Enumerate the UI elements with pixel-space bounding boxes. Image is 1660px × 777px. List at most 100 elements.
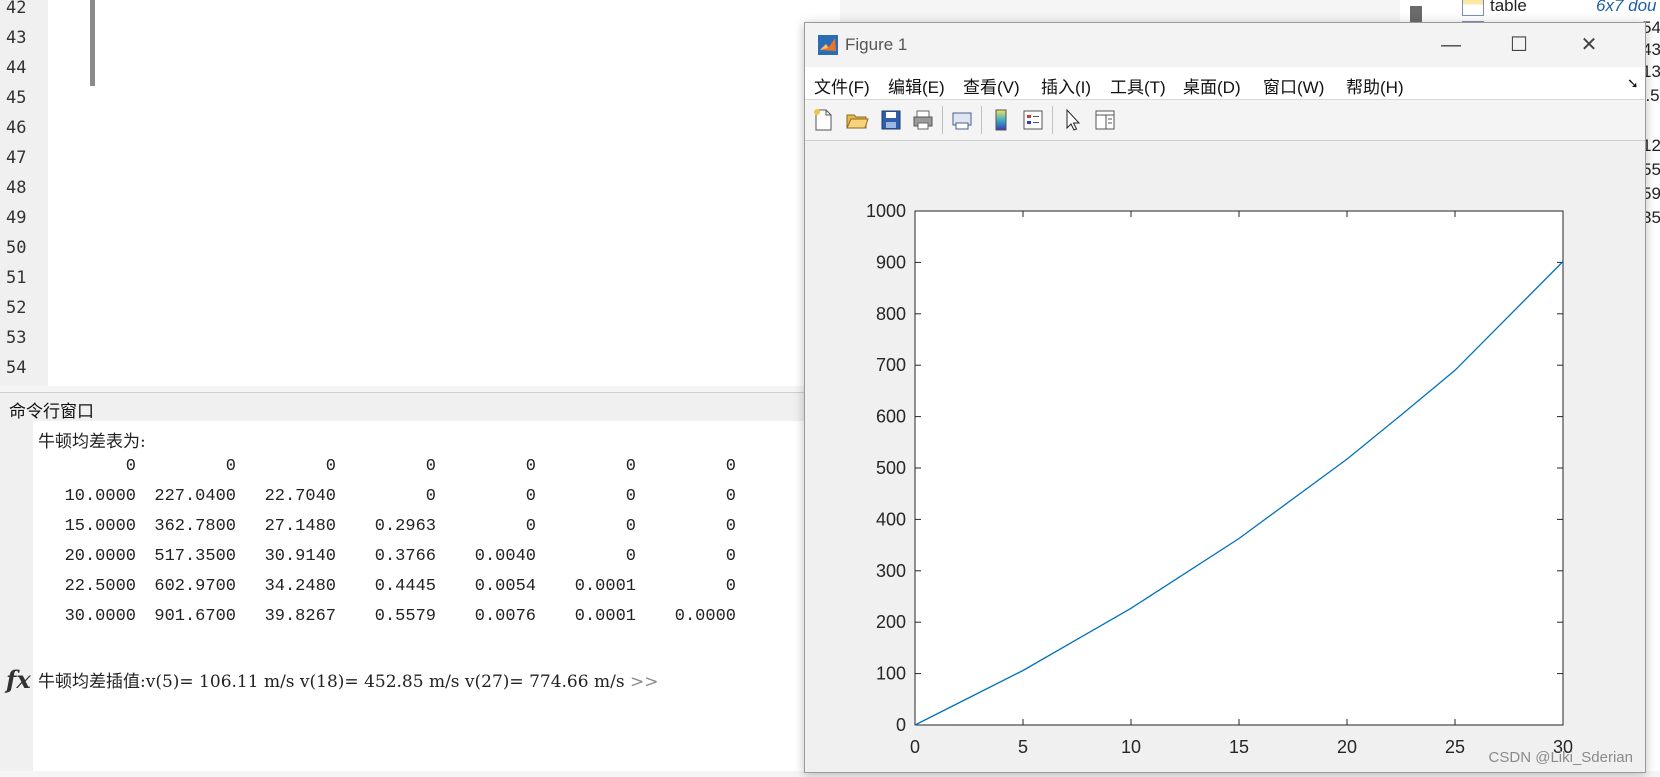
dock-arrow-icon[interactable]: ➘ (1627, 75, 1639, 92)
command-window[interactable]: 牛顿均差表为: 0 0 0 0 0 0 0 10.0000 227.0400 22.7040 0 0 0… (0, 421, 805, 771)
command-prompt[interactable]: >> (630, 672, 659, 692)
property-inspector-icon[interactable] (1093, 108, 1117, 132)
table-cell: 0.0001 (574, 577, 636, 596)
line-number: 48 (6, 178, 27, 198)
figure-title: Figure 1 (845, 35, 908, 54)
figure-titlebar[interactable]: Figure 1 — ☐ ✕ (805, 23, 1645, 67)
print-icon[interactable] (911, 108, 935, 132)
result-text: 牛顿均差插值:v(5)= 106.11 m/s v(18)= 452.85 m/… (38, 672, 625, 692)
table-cell: 39.8267 (264, 607, 336, 626)
matlab-logo-icon (818, 35, 838, 55)
line-number: 54 (6, 358, 27, 378)
command-output-header: 牛顿均差表为: (38, 432, 146, 452)
x-tick-label: 10 (1121, 737, 1141, 757)
y-tick-label: 300 (876, 561, 906, 581)
menu-window[interactable]: 窗口(W) (1263, 73, 1324, 98)
table-cell: 0 (725, 577, 736, 596)
figure-menubar: 文件(F) 编辑(E) 查看(V) 插入(I) 工具(T) 桌面(D) 窗口(W… (805, 67, 1645, 100)
table-cell: 0.0040 (474, 547, 536, 566)
y-tick-label: 100 (876, 664, 906, 684)
table-cell: 0.0076 (474, 607, 536, 626)
y-tick-label: 900 (876, 252, 906, 272)
table-cell: 0.0054 (474, 577, 536, 596)
x-tick-label: 15 (1229, 737, 1249, 757)
menu-tools[interactable]: 工具(T) (1110, 73, 1166, 98)
maximize-button[interactable]: ☐ (1499, 31, 1539, 59)
table-cell: 0 (325, 457, 336, 476)
table-cell: 517.3500 (154, 547, 236, 566)
watermark: CSDN @Liki_Sderian (1488, 749, 1633, 766)
menu-file[interactable]: 文件(F) (814, 73, 870, 98)
table-cell: 0 (225, 457, 236, 476)
line-number: 47 (6, 148, 27, 168)
menu-insert[interactable]: 插入(I) (1041, 73, 1091, 98)
line-plot[interactable]: 0 5 10 15 20 25 300100200300400500600700800900… (805, 141, 1645, 772)
line-number: 45 (6, 88, 27, 108)
table-cell: 0.0000 (674, 607, 736, 626)
figure-toolbar (805, 100, 1645, 141)
line-number: 49 (6, 208, 27, 228)
minimize-button[interactable]: — (1431, 31, 1471, 59)
table-cell: 0 (525, 487, 536, 506)
workspace-var-name[interactable]: table (1490, 0, 1527, 16)
pointer-icon[interactable] (1061, 108, 1085, 132)
table-cell: 0 (725, 517, 736, 536)
table-cell: 0 (725, 547, 736, 566)
y-tick-label: 500 (876, 458, 906, 478)
y-tick-label: 0 (896, 715, 906, 735)
table-cell: 901.6700 (154, 607, 236, 626)
x-tick-label: 5 (1018, 737, 1028, 757)
y-tick-label: 600 (876, 407, 906, 427)
line-number: 50 (6, 238, 27, 258)
table-cell: 0 (125, 457, 136, 476)
close-button[interactable]: ✕ (1569, 31, 1609, 59)
command-window-gutter (0, 421, 33, 771)
table-cell: 0 (625, 487, 636, 506)
table-cell: 0.3766 (374, 547, 436, 566)
line-number: 51 (6, 268, 27, 288)
figure-window[interactable]: Figure 1 — ☐ ✕ 文件(F) 编辑(E) 查看(V) 插入(I) 工… (804, 22, 1646, 773)
menu-view[interactable]: 查看(V) (963, 73, 1020, 98)
fx-icon[interactable]: fx (6, 665, 31, 694)
toolbar-separator (942, 106, 943, 134)
table-cell: 22.7040 (264, 487, 336, 506)
colorbar-icon[interactable] (989, 108, 1013, 132)
line-number: 53 (6, 328, 27, 348)
menu-help[interactable]: 帮助(H) (1346, 73, 1404, 98)
table-cell: 15.0000 (64, 517, 136, 536)
menu-edit[interactable]: 编辑(E) (888, 73, 945, 98)
table-cell: 0 (525, 457, 536, 476)
toolbar-separator (1052, 106, 1053, 134)
y-tick-label: 800 (876, 304, 906, 324)
table-cell: 0 (725, 487, 736, 506)
link-plot-icon[interactable] (950, 108, 974, 132)
save-icon[interactable] (879, 108, 903, 132)
command-output-result: 牛顿均差插值:v(5)= 106.11 m/s v(18)= 452.85 m/… (38, 667, 658, 692)
line-number: 46 (6, 118, 27, 138)
code-editor[interactable]: 42 43 44 45 46 47 48 49 50 51 52 53 54 (0, 0, 840, 386)
open-file-icon[interactable] (845, 108, 869, 132)
y-tick-label: 700 (876, 355, 906, 375)
figure-canvas[interactable]: 0 5 10 15 20 25 30 0 100 200 300 400 500 600 700 800 900… (805, 141, 1645, 772)
menu-desktop[interactable]: 桌面(D) (1183, 73, 1241, 98)
table-cell: 27.1480 (264, 517, 336, 536)
line-number: 43 (6, 28, 27, 48)
x-tick-label: 25 (1445, 737, 1465, 757)
line-number: 44 (6, 58, 27, 78)
command-window-header: 命令行窗口 (0, 392, 805, 422)
workspace-var-value: 6x7 dou (1596, 0, 1657, 15)
toolbar-separator (981, 106, 982, 134)
command-window-title: 命令行窗口 (9, 402, 94, 421)
table-cell: 362.7800 (154, 517, 236, 536)
editor-scroll-indicator (90, 0, 95, 86)
table-cell: 30.0000 (64, 607, 136, 626)
y-tick-label: 200 (876, 612, 906, 632)
line-number: 52 (6, 298, 27, 318)
table-cell: 22.5000 (64, 577, 136, 596)
table-cell: 34.2480 (264, 577, 336, 596)
new-figure-icon[interactable] (811, 108, 835, 132)
x-tick-label: 20 (1337, 737, 1357, 757)
table-cell: 0.2963 (374, 517, 436, 536)
table-cell: 0 (525, 517, 536, 536)
legend-icon[interactable] (1021, 108, 1045, 132)
